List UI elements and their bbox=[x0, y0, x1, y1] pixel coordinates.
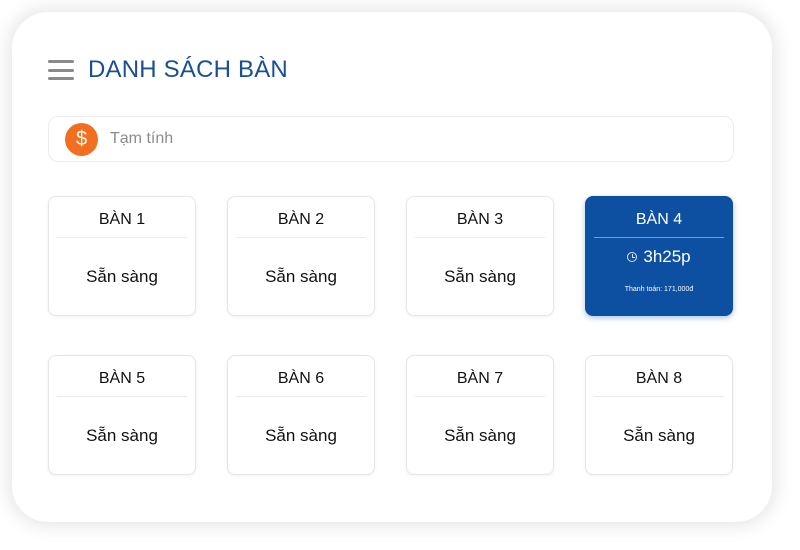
subtotal-label: Tạm tính bbox=[110, 130, 174, 147]
table-status: Sẵn sàng bbox=[623, 426, 695, 445]
table-status: Sẵn sàng bbox=[265, 267, 337, 286]
table-name: BÀN 5 bbox=[57, 368, 187, 397]
table-timer: 3h25p bbox=[586, 247, 732, 267]
table-status: Sẵn sàng bbox=[265, 426, 337, 445]
table-name: BÀN 3 bbox=[415, 209, 545, 238]
table-card-1[interactable]: BÀN 1 Sẵn sàng bbox=[48, 196, 196, 316]
table-name: BÀN 4 bbox=[594, 209, 724, 238]
subtotal-bar[interactable]: $ Tạm tính bbox=[48, 116, 734, 162]
header: DANH SÁCH BÀN bbox=[48, 54, 288, 86]
table-status: Sẵn sàng bbox=[444, 426, 516, 445]
table-card-3[interactable]: BÀN 3 Sẵn sàng bbox=[406, 196, 554, 316]
table-status: Sẵn sàng bbox=[86, 267, 158, 286]
table-list-panel: DANH SÁCH BÀN $ Tạm tính BÀN 1 Sẵn sàng … bbox=[12, 12, 772, 522]
clock-icon bbox=[627, 252, 638, 262]
table-name: BÀN 7 bbox=[415, 368, 545, 397]
table-status: Sẵn sàng bbox=[444, 267, 516, 286]
table-card-5[interactable]: BÀN 5 Sẵn sàng bbox=[48, 355, 196, 475]
table-name: BÀN 6 bbox=[236, 368, 366, 397]
table-card-2[interactable]: BÀN 2 Sẵn sàng bbox=[227, 196, 375, 316]
table-status: Sẵn sàng bbox=[86, 426, 158, 445]
dollar-icon: $ bbox=[65, 122, 98, 156]
table-name: BÀN 2 bbox=[236, 209, 366, 238]
hamburger-menu-icon[interactable] bbox=[48, 60, 74, 80]
table-card-8[interactable]: BÀN 8 Sẵn sàng bbox=[585, 355, 733, 475]
table-name: BÀN 8 bbox=[594, 368, 724, 397]
table-card-6[interactable]: BÀN 6 Sẵn sàng bbox=[227, 355, 375, 475]
table-name: BÀN 1 bbox=[57, 209, 187, 238]
table-card-4[interactable]: BÀN 4 3h25p Thanh toán: 171,000đ bbox=[585, 196, 733, 316]
page-title: DANH SÁCH BÀN bbox=[88, 56, 288, 83]
timer-value: 3h25p bbox=[643, 247, 691, 266]
payment-amount: Thanh toán: 171,000đ bbox=[624, 286, 694, 293]
table-card-7[interactable]: BÀN 7 Sẵn sàng bbox=[406, 355, 554, 475]
